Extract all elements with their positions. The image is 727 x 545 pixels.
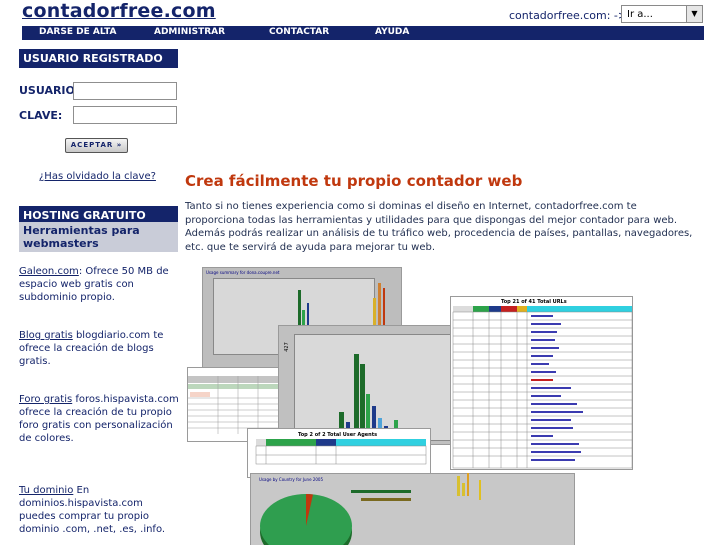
country-chart-screenshot: Usage by Country for June 2005 [250,473,575,545]
user-agents-title: Top 2 of 2 Total User Agents [298,432,378,438]
nav-item-signup[interactable]: DARSE DE ALTA [39,27,117,37]
intro-text: Tanto si no tienes experiencia como si d… [185,201,693,253]
nav-item-admin[interactable]: ADMINISTRAR [154,27,225,37]
chevron-down-icon[interactable]: ▼ [686,6,702,22]
password-input[interactable] [73,106,177,124]
list-item: Tu dominio En dominios.hispavista.com pu… [19,484,179,536]
blog-link[interactable]: Blog gratis [19,330,73,341]
user-label: USUARIO: [19,84,80,97]
login-button[interactable]: ACEPTAR » [65,138,128,153]
domain-link[interactable]: Tu dominio [19,485,73,496]
small-bars-graphic [457,473,469,496]
monthly-chart-screenshot: 427 [278,325,458,445]
top-urls-title: Top 21 of 41 Total URLs [501,299,567,305]
site-logo[interactable]: contadorfree.com [22,0,216,22]
user-agents-screenshot: Top 2 of 2 Total User Agents [247,428,431,478]
list-item: Blog gratis blogdiario.com te ofrece la … [19,329,179,368]
list-item: Galeon.com: Ofrece 50 MB de espacio web … [19,265,179,304]
nav-item-help[interactable]: AYUDA [375,27,409,37]
country-pie [260,480,481,545]
goto-label: contadorfree.com: -> [509,9,628,22]
goto-select[interactable]: Ir a... ▼ [621,5,703,23]
hosting-subheading: Herramientas para webmasters [19,222,178,252]
page-title: Crea fácilmente tu propio contador web [185,172,523,190]
daily-usage-title: Usage summary for dona.coupre.net [206,270,280,275]
login-heading: USUARIO REGISTRADO [19,49,178,68]
main-nav: DARSE DE ALTA ADMINISTRAR CONTACTAR AYUD… [22,26,704,40]
stats-screenshot-collage: Usage summary for dona.coupre.net 427 To… [185,265,720,545]
forgot-password-link[interactable]: ¿Has olvidado la clave? [39,171,156,182]
user-input[interactable] [73,82,177,100]
chart-axis-value: 427 [283,342,290,352]
list-item: Foro gratis foros.hispavista.com ofrece … [19,393,179,445]
nav-item-contact[interactable]: CONTACTAR [269,27,329,37]
galeon-link[interactable]: Galeon.com [19,266,79,277]
top-urls-screenshot: Top 21 of 41 Total URLs [450,296,633,470]
top-urls-table [452,306,633,469]
password-label: CLAVE: [19,109,63,122]
forum-link[interactable]: Foro gratis [19,394,72,405]
goto-select-value: Ir a... [627,9,653,20]
